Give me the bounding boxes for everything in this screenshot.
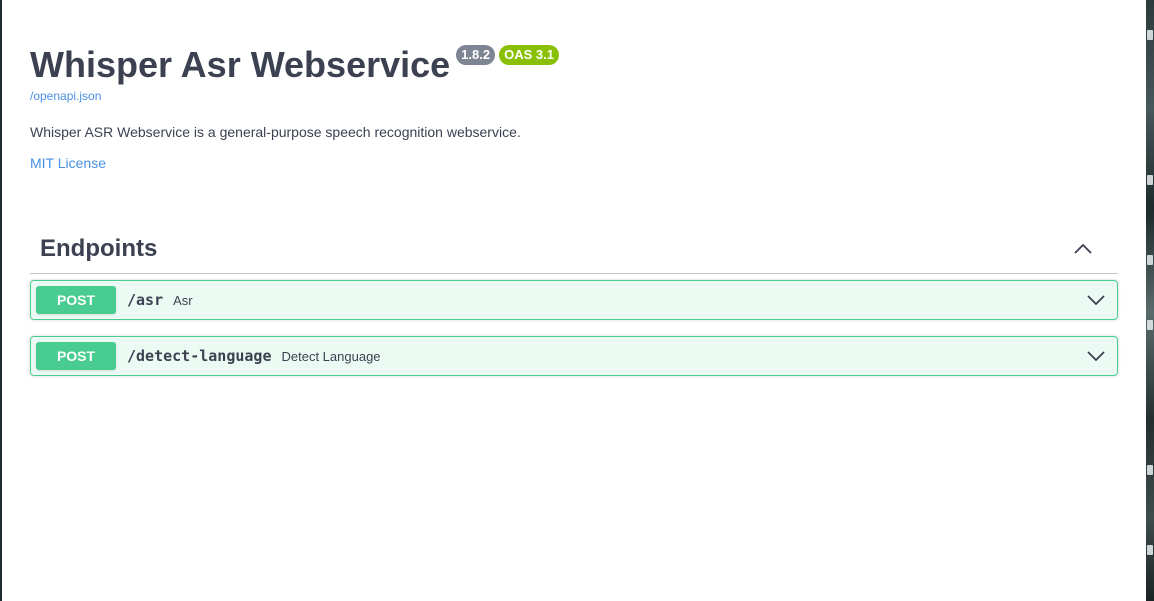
- badge-group: 1.8.2 OAS 3.1: [456, 45, 563, 65]
- info-header: Whisper Asr Webservice 1.8.2 OAS 3.1: [30, 40, 563, 90]
- version-badge: 1.8.2: [456, 45, 496, 65]
- api-description: Whisper ASR Webservice is a general-purp…: [30, 124, 521, 140]
- operation-path: /asr: [127, 291, 164, 309]
- openapi-spec-link[interactable]: /openapi.json: [30, 89, 101, 103]
- chevron-down-icon[interactable]: [1085, 289, 1107, 311]
- method-badge: POST: [36, 342, 116, 370]
- endpoints-section-header[interactable]: Endpoints: [30, 225, 1118, 274]
- operation-post-asr[interactable]: POST /asr Asr: [30, 280, 1118, 320]
- window-left-edge: [0, 0, 2, 601]
- license-link[interactable]: MIT License: [30, 155, 106, 171]
- section-title: Endpoints: [40, 235, 158, 262]
- operation-path: /detect-language: [127, 347, 272, 365]
- method-badge: POST: [36, 286, 116, 314]
- operation-summary: Detect Language: [281, 348, 381, 364]
- chevron-up-icon[interactable]: [1072, 238, 1094, 260]
- operation-summary: Asr: [173, 292, 193, 308]
- chevron-down-icon[interactable]: [1085, 345, 1107, 367]
- page-title: Whisper Asr Webservice: [30, 44, 451, 85]
- background-window-strip: [1146, 0, 1154, 601]
- operation-post-detect-language[interactable]: POST /detect-language Detect Language: [30, 336, 1118, 376]
- oas-badge: OAS 3.1: [499, 45, 559, 65]
- page: Whisper Asr Webservice 1.8.2 OAS 3.1 /op…: [0, 0, 1154, 601]
